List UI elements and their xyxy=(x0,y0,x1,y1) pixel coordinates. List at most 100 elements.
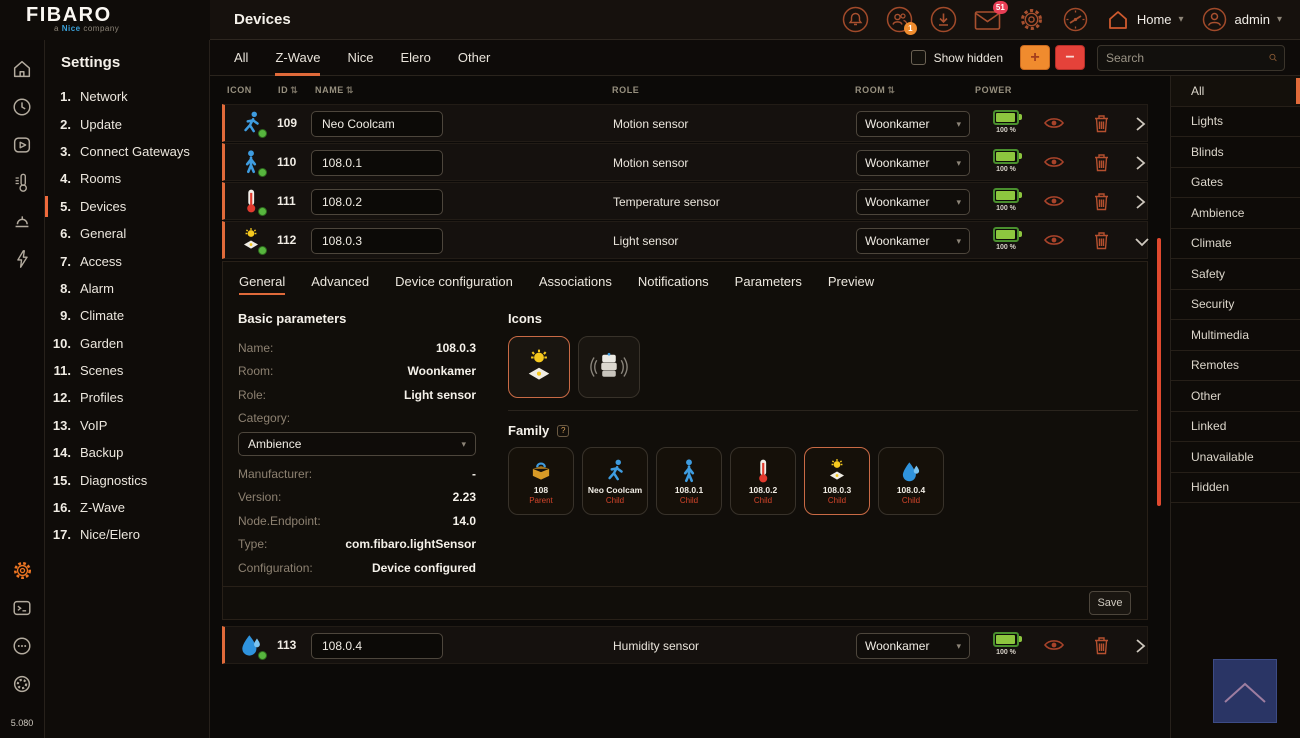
dashboard-compass-icon[interactable] xyxy=(1062,6,1089,33)
gear-icon[interactable] xyxy=(1018,6,1045,33)
trash-icon[interactable] xyxy=(1093,114,1110,138)
menu-item-profiles[interactable]: 12.Profiles xyxy=(45,384,209,411)
chevron-right-icon[interactable] xyxy=(1133,115,1147,138)
category-other[interactable]: Other xyxy=(1171,381,1300,412)
climate-thermometer-icon[interactable] xyxy=(10,171,34,195)
icon-choice-light-sensor[interactable] xyxy=(508,336,570,398)
device-name-input[interactable] xyxy=(311,189,443,215)
detail-tab-notifications[interactable]: Notifications xyxy=(638,274,709,295)
family-member-108-0-4[interactable]: 108.0.4 Child xyxy=(878,447,944,515)
trash-icon[interactable] xyxy=(1093,636,1110,660)
detail-tab-preview[interactable]: Preview xyxy=(828,274,874,295)
category-remotes[interactable]: Remotes xyxy=(1171,351,1300,382)
show-hidden-checkbox[interactable] xyxy=(911,50,926,65)
category-blinds[interactable]: Blinds xyxy=(1171,137,1300,168)
menu-item-general[interactable]: 6.General xyxy=(45,220,209,247)
eye-icon[interactable] xyxy=(1043,637,1065,658)
device-name-input[interactable] xyxy=(311,228,443,254)
family-member-neo-coolcam[interactable]: Neo Coolcam Child xyxy=(582,447,648,515)
menu-item-climate[interactable]: 9.Climate xyxy=(45,302,209,329)
eye-icon[interactable] xyxy=(1043,115,1065,136)
menu-item-backup[interactable]: 14.Backup xyxy=(45,439,209,466)
scrollbar-thumb[interactable] xyxy=(1157,238,1161,506)
category-safety[interactable]: Safety xyxy=(1171,259,1300,290)
search-input[interactable] xyxy=(1098,51,1269,65)
menu-item-diagnostics[interactable]: 15.Diagnostics xyxy=(45,466,209,493)
remove-device-button[interactable]: − xyxy=(1055,45,1085,70)
category-lights[interactable]: Lights xyxy=(1171,107,1300,138)
category-hidden[interactable]: Hidden xyxy=(1171,473,1300,504)
tab-zwave[interactable]: Z-Wave xyxy=(275,40,320,76)
category-climate[interactable]: Climate xyxy=(1171,229,1300,260)
menu-item-alarm[interactable]: 8.Alarm xyxy=(45,275,209,302)
alarm-bell-icon[interactable] xyxy=(842,6,869,33)
eye-icon[interactable] xyxy=(1043,232,1065,253)
menu-item-network[interactable]: 1.Network xyxy=(45,83,209,110)
device-name-input[interactable] xyxy=(311,111,443,137)
family-member-108-0-2[interactable]: 108.0.2 Child xyxy=(730,447,796,515)
menu-item-devices[interactable]: 5.Devices xyxy=(45,193,209,220)
room-select[interactable]: Woonkamer▾ xyxy=(856,150,970,176)
menu-item-nice-elero[interactable]: 17.Nice/Elero xyxy=(45,521,209,548)
trash-icon[interactable] xyxy=(1093,231,1110,255)
col-id[interactable]: ID⇅ xyxy=(278,85,298,96)
col-name[interactable]: NAME⇅ xyxy=(315,85,354,96)
chevron-up-collapse-icon[interactable] xyxy=(1133,232,1151,255)
mail-icon[interactable]: 51 xyxy=(974,6,1001,33)
menu-item-scenes[interactable]: 11.Scenes xyxy=(45,357,209,384)
room-select[interactable]: Woonkamer▾ xyxy=(856,111,970,137)
family-member-108-0-3[interactable]: 108.0.3 Child xyxy=(804,447,870,515)
detail-tab-associations[interactable]: Associations xyxy=(539,274,612,295)
device-name-input[interactable] xyxy=(311,633,443,659)
add-device-button[interactable]: + xyxy=(1020,45,1050,70)
family-member-parent[interactable]: 108 Parent xyxy=(508,447,574,515)
cog-icon[interactable] xyxy=(10,672,34,696)
chevron-right-icon[interactable] xyxy=(1133,637,1147,660)
help-icon[interactable]: ? xyxy=(557,425,569,437)
room-select[interactable]: Woonkamer▾ xyxy=(856,633,970,659)
detail-tab-device-configuration[interactable]: Device configuration xyxy=(395,274,513,295)
menu-item-update[interactable]: 2.Update xyxy=(45,110,209,137)
tab-other[interactable]: Other xyxy=(458,40,491,76)
family-member-108-0-1[interactable]: 108.0.1 Child xyxy=(656,447,722,515)
users-icon[interactable]: 1 xyxy=(886,6,913,33)
room-select[interactable]: Woonkamer▾ xyxy=(856,228,970,254)
room-select[interactable]: Woonkamer▾ xyxy=(856,189,970,215)
eye-icon[interactable] xyxy=(1043,154,1065,175)
eye-icon[interactable] xyxy=(1043,193,1065,214)
detail-tab-parameters[interactable]: Parameters xyxy=(735,274,802,295)
menu-item-voip[interactable]: 13.VoIP xyxy=(45,412,209,439)
menu-item-access[interactable]: 7.Access xyxy=(45,247,209,274)
scroll-to-top-button[interactable] xyxy=(1213,659,1277,723)
alarm-siren-icon[interactable] xyxy=(10,209,34,233)
menu-item-zwave[interactable]: 16.Z-Wave xyxy=(45,494,209,521)
home-nav-icon[interactable] xyxy=(10,57,34,81)
home-selector[interactable]: Home ▾ xyxy=(1106,8,1184,32)
hub-icon[interactable] xyxy=(10,634,34,658)
category-all[interactable]: All xyxy=(1171,76,1300,107)
col-room[interactable]: ROOM⇅ xyxy=(855,85,896,96)
menu-item-connect-gateways[interactable]: 3.Connect Gateways xyxy=(45,138,209,165)
device-name-input[interactable] xyxy=(311,150,443,176)
category-unavailable[interactable]: Unavailable xyxy=(1171,442,1300,473)
menu-item-rooms[interactable]: 4.Rooms xyxy=(45,165,209,192)
tab-nice[interactable]: Nice xyxy=(347,40,373,76)
category-select[interactable]: Ambience▾ xyxy=(238,432,476,456)
terminal-icon[interactable] xyxy=(10,596,34,620)
detail-tab-general[interactable]: General xyxy=(239,274,285,295)
chevron-right-icon[interactable] xyxy=(1133,154,1147,177)
menu-item-garden[interactable]: 10.Garden xyxy=(45,330,209,357)
detail-tab-advanced[interactable]: Advanced xyxy=(311,274,369,295)
settings-gear-icon[interactable] xyxy=(10,558,34,582)
tab-elero[interactable]: Elero xyxy=(401,40,431,76)
icon-choice-device[interactable] xyxy=(578,336,640,398)
trash-icon[interactable] xyxy=(1093,192,1110,216)
power-bolt-icon[interactable] xyxy=(10,247,34,271)
logo[interactable]: FIBARO a Nice company xyxy=(0,0,210,40)
category-linked[interactable]: Linked xyxy=(1171,412,1300,443)
user-selector[interactable]: admin ▾ xyxy=(1201,6,1282,33)
download-icon[interactable] xyxy=(930,6,957,33)
tab-all[interactable]: All xyxy=(234,40,248,76)
history-clock-icon[interactable] xyxy=(10,95,34,119)
media-icon[interactable] xyxy=(10,133,34,157)
